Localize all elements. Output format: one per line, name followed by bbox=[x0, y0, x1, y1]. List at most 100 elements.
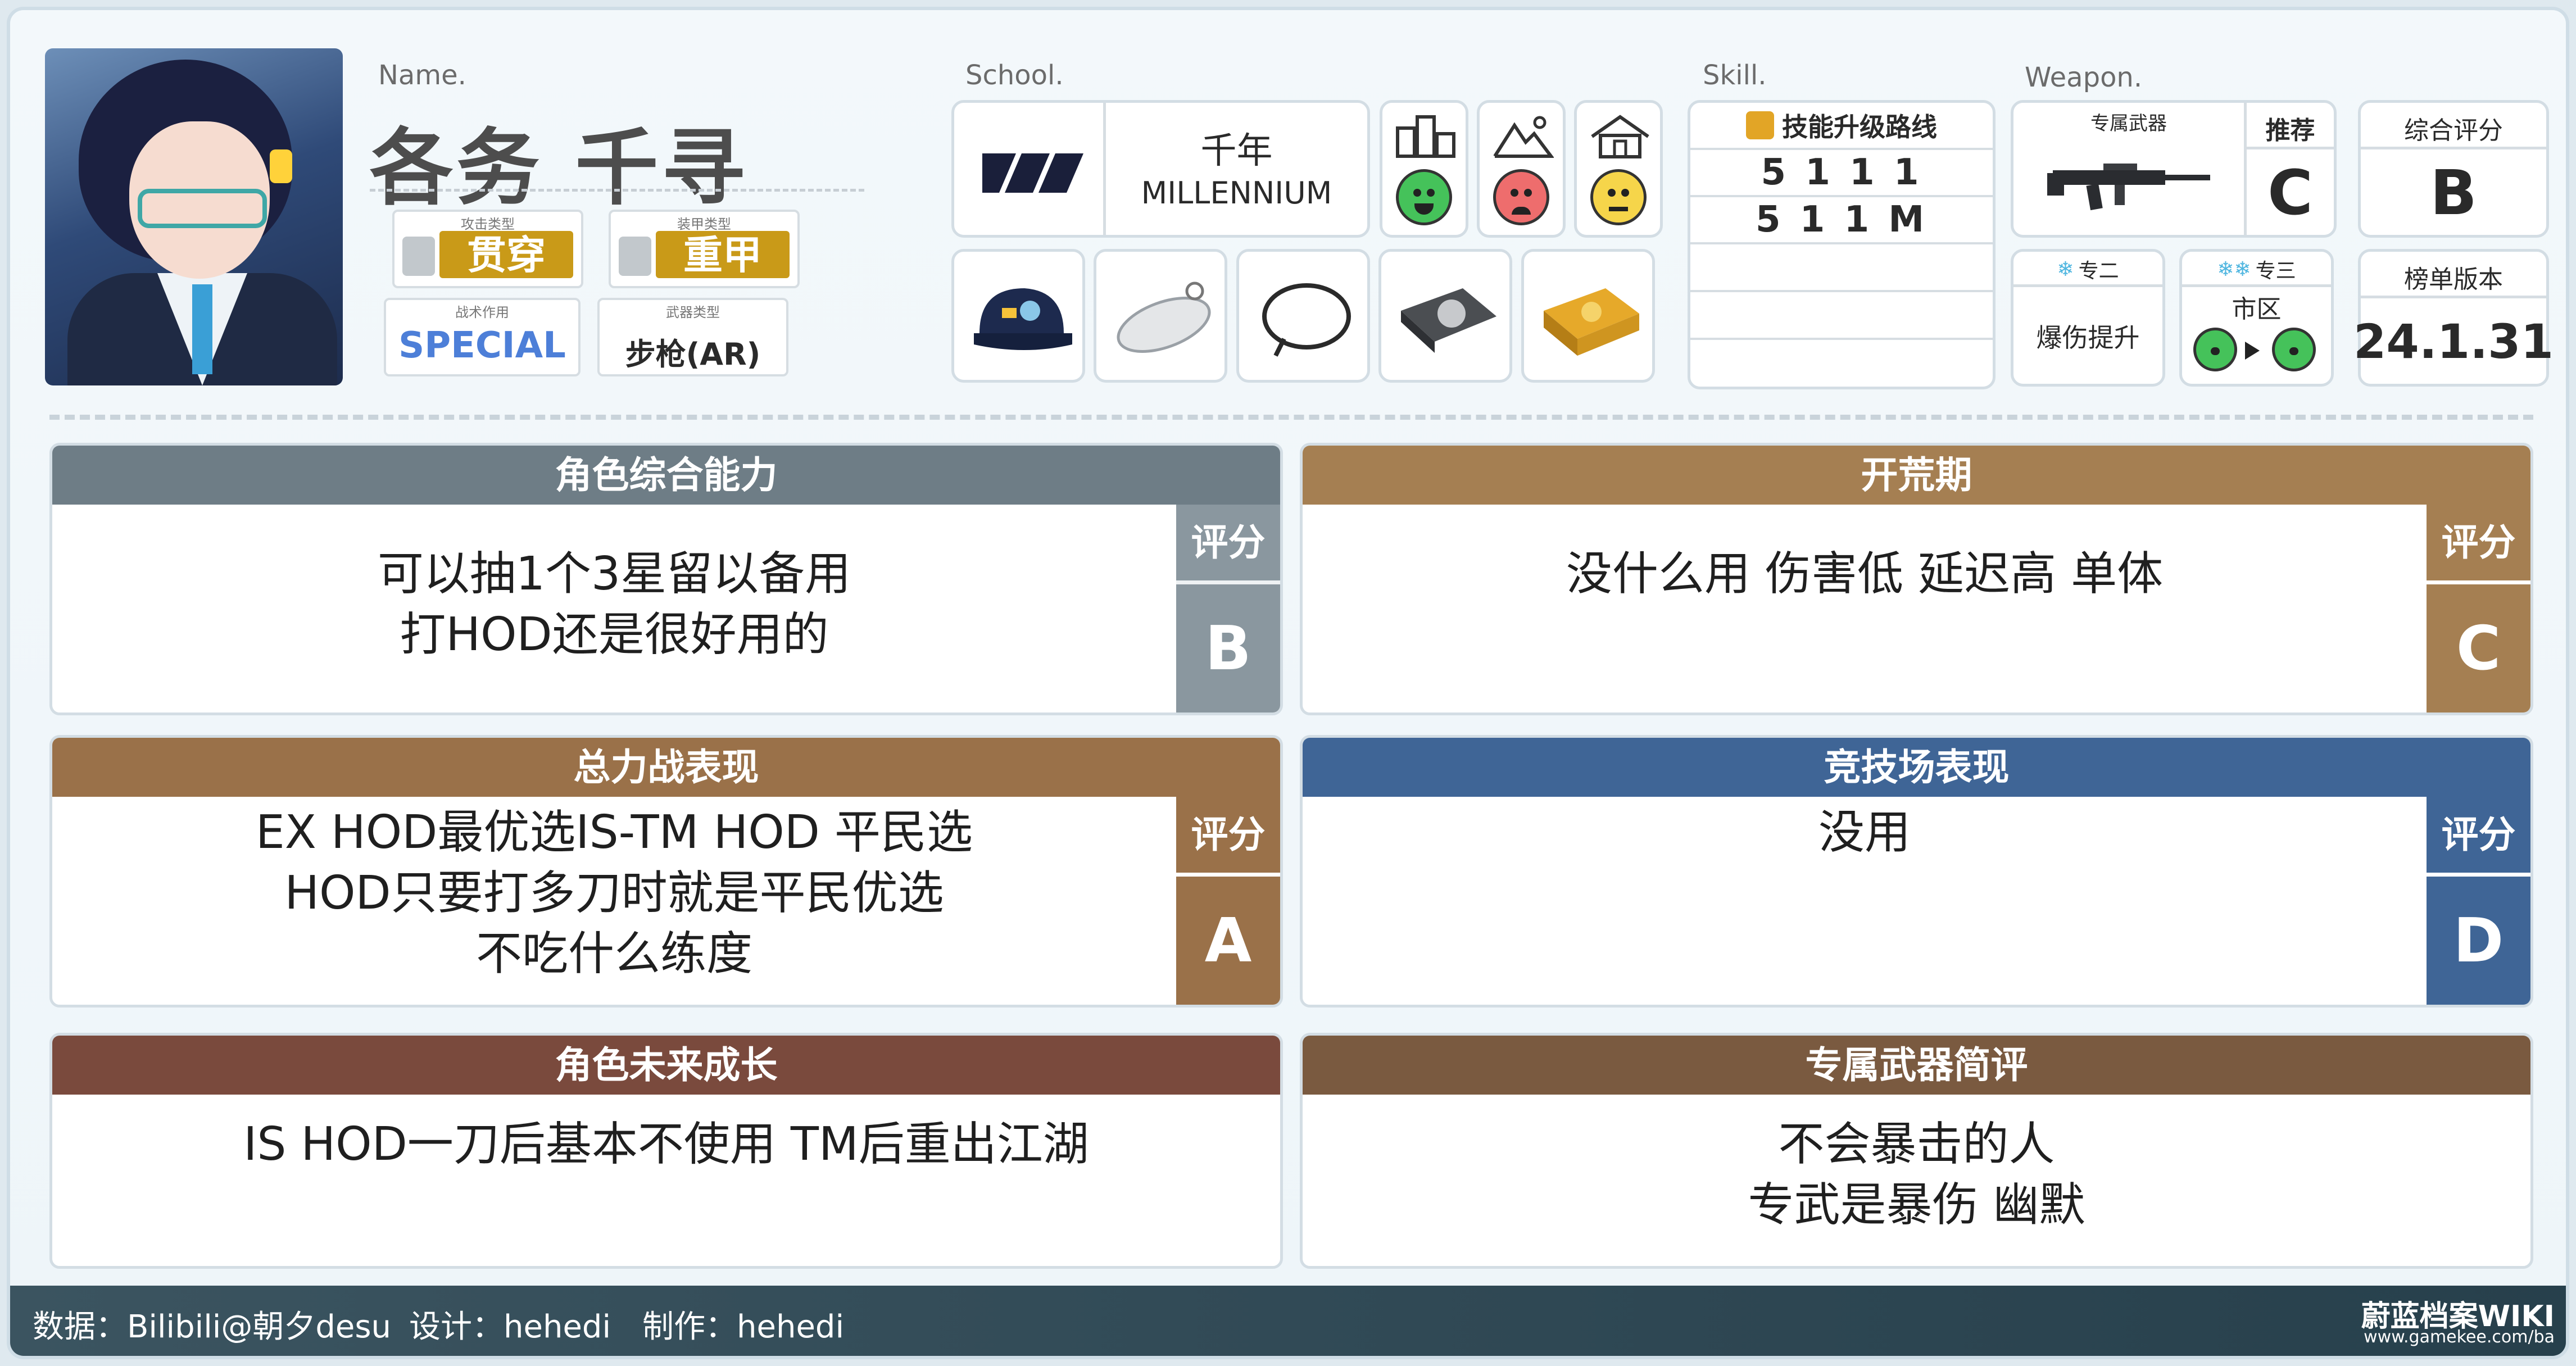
star3-header: ❄❄ 专三 bbox=[2182, 255, 2331, 283]
footer: 数据：Bilibili@朝夕desu 设计：hehedi 制作：hehedi 蔚… bbox=[10, 1286, 2566, 1356]
skill-row-1: 5 1 1 1 bbox=[1690, 148, 1993, 193]
star3-box: ❄❄ 专三 市区 bbox=[2179, 249, 2334, 387]
panel-overall: 角色综合能力 可以抽1个3星留以备用 打HOD还是很好用的 评分 B bbox=[49, 443, 1283, 715]
green-face-icon bbox=[1396, 169, 1452, 225]
panel-line: 专武是暴伤 幽默 bbox=[1748, 1178, 2085, 1232]
tactical-role-tag: 战术作用 SPECIAL bbox=[384, 298, 580, 376]
star2-header: ❄ 专二 bbox=[2013, 255, 2162, 283]
grade-label: 评分 bbox=[1176, 797, 1280, 873]
skill-row-5 bbox=[1690, 338, 1993, 385]
version-label: 榜单版本 bbox=[2404, 265, 2503, 294]
panel-line: EX HOD最优选IS-TM HOD 平民选 bbox=[255, 806, 973, 859]
panel-line: IS HOD一刀后基本不使用 TM后重出江湖 bbox=[243, 1118, 1089, 1171]
weapon-label: Weapon. bbox=[2025, 62, 2143, 93]
grade-value: A bbox=[1176, 877, 1280, 1005]
attack-type-value: 贯穿 bbox=[439, 231, 573, 278]
weapon-type-value: 步枪(AR) bbox=[625, 337, 761, 372]
grade-column: 评分 B bbox=[1176, 505, 1280, 713]
grade-label: 评分 bbox=[2427, 505, 2530, 580]
weapon-type-label: 武器类型 bbox=[666, 305, 720, 320]
overall-score-label: 综合评分 bbox=[2404, 116, 2503, 145]
grade-label: 评分 bbox=[1176, 505, 1280, 580]
star2-box: ❄ 专二 爆伤提升 bbox=[2011, 249, 2165, 387]
panel-line: 没什么用 伤害低 延迟高 单体 bbox=[1566, 547, 2164, 601]
footer-site: www.gamekee.com/ba bbox=[2364, 1327, 2555, 1347]
school-name-cn: 千年 bbox=[1200, 130, 1273, 172]
panel-weapon-review: 专属武器简评 不会暴击的人 专武是暴伤 幽默 bbox=[1300, 1033, 2533, 1269]
name-label: Name. bbox=[378, 60, 466, 91]
armor-type-tag: 装甲类型 重甲 bbox=[609, 210, 800, 288]
cool-face-icon bbox=[2272, 328, 2316, 371]
panel-text: 没用 bbox=[1303, 802, 2427, 863]
panel-line: 可以抽1个3星留以备用 bbox=[377, 547, 851, 601]
panel-title: 角色未来成长 bbox=[52, 1036, 1280, 1095]
gold-box-icon bbox=[1544, 288, 1639, 356]
version-value: 24.1.31 bbox=[2353, 314, 2554, 369]
school-box: 千年 MILLENNIUM bbox=[951, 100, 1370, 238]
footer-made-credit: 制作：hehedi bbox=[642, 1309, 844, 1345]
grade-column: 评分 A bbox=[1176, 797, 1280, 1005]
skill-title-row: 技能升级路线 bbox=[1690, 103, 1993, 148]
exclusive-weapon-label: 专属武器 bbox=[2090, 112, 2167, 135]
panel-raid: 总力战表现 EX HOD最优选IS-TM HOD 平民选 HOD只要打多刀时就是… bbox=[49, 735, 1283, 1008]
character-portrait bbox=[45, 48, 343, 385]
grade-value: B bbox=[1176, 584, 1280, 713]
panel-line: HOD只要打多刀时就是平民优选 bbox=[284, 866, 944, 920]
grade-value: C bbox=[2427, 584, 2530, 713]
red-face-icon bbox=[1493, 169, 1549, 225]
yellow-face-icon bbox=[1590, 169, 1647, 225]
servant-keychain-icon bbox=[1117, 282, 1211, 353]
panel-title: 角色综合能力 bbox=[52, 446, 1280, 505]
terrain-city bbox=[1380, 100, 1468, 238]
exclusive-weapon-box: 专属武器 推荐 C bbox=[2011, 100, 2337, 238]
skill-title: 技能升级路线 bbox=[1782, 112, 1937, 142]
star2-icon: ❄ bbox=[2057, 257, 2074, 281]
recommend-grade: C bbox=[2267, 157, 2313, 229]
shield-icon bbox=[619, 237, 651, 276]
tactical-role-value: SPECIAL bbox=[398, 325, 566, 366]
gift-necklace bbox=[1236, 249, 1370, 383]
footer-design-credit: 设计：hehedi bbox=[409, 1309, 611, 1345]
school-name-en: MILLENNIUM bbox=[1141, 175, 1332, 211]
grade-column: 评分 D bbox=[2427, 797, 2530, 1005]
panel-title: 专属武器简评 bbox=[1303, 1036, 2530, 1095]
school-label: School. bbox=[965, 60, 1064, 91]
panel-text: EX HOD最优选IS-TM HOD 平民选 HOD只要打多刀时就是平民优选 不… bbox=[52, 802, 1176, 984]
grade-column: 评分 C bbox=[2427, 505, 2530, 713]
skill-row-2: 5 1 1 M bbox=[1690, 195, 1993, 240]
gift-cap bbox=[951, 249, 1085, 383]
skill-box: 技能升级路线 5 1 1 1 5 1 1 M bbox=[1688, 100, 1996, 389]
arrow-right-icon bbox=[2245, 342, 2260, 360]
panel-title: 竞技场表现 bbox=[1303, 738, 2530, 797]
panel-title: 开荒期 bbox=[1303, 446, 2530, 505]
panel-title: 总力战表现 bbox=[52, 738, 1280, 797]
panel-text: 没什么用 伤害低 延迟高 单体 bbox=[1303, 544, 2427, 605]
tactical-role-label: 战术作用 bbox=[455, 305, 509, 320]
panel-line: 不会暴击的人 bbox=[1778, 1118, 2055, 1171]
weapon-type-tag: 武器类型 步枪(AR) bbox=[597, 298, 788, 376]
overall-score-box: 综合评分 B bbox=[2358, 100, 2549, 238]
armor-type-label: 装甲类型 bbox=[677, 216, 731, 232]
skill-book-icon bbox=[1746, 111, 1774, 139]
overall-score-grade: B bbox=[2430, 157, 2477, 229]
star3-icon: ❄❄ bbox=[2217, 257, 2251, 281]
necklace-icon bbox=[1262, 283, 1351, 357]
grade-label: 评分 bbox=[2427, 797, 2530, 873]
panel-text: 可以抽1个3星留以备用 打HOD还是很好用的 bbox=[52, 544, 1176, 665]
cap-icon bbox=[974, 288, 1072, 350]
character-name: 各务 千寻 bbox=[370, 120, 749, 216]
panel-early: 开荒期 没什么用 伤害低 延迟高 单体 评分 C bbox=[1300, 443, 2533, 715]
panel-future: 角色未来成长 IS HOD一刀后基本不使用 TM后重出江湖 bbox=[49, 1033, 1283, 1269]
gift-hard-drive bbox=[1378, 249, 1512, 383]
skill-row-4 bbox=[1690, 290, 1993, 338]
panel-text: IS HOD一刀后基本不使用 TM后重出江湖 bbox=[52, 1114, 1280, 1175]
star2-label: 专二 bbox=[2078, 260, 2119, 283]
skill-label: Skill. bbox=[1703, 60, 1767, 91]
panel-line: 没用 bbox=[1818, 806, 1911, 859]
terrain-indoor bbox=[1574, 100, 1663, 238]
city-icon bbox=[1396, 115, 1455, 158]
outdoor-icon bbox=[1493, 116, 1554, 158]
indoor-icon bbox=[1591, 115, 1649, 158]
recommend-label: 推荐 bbox=[2265, 116, 2315, 145]
rifle-icon bbox=[2047, 164, 2210, 211]
